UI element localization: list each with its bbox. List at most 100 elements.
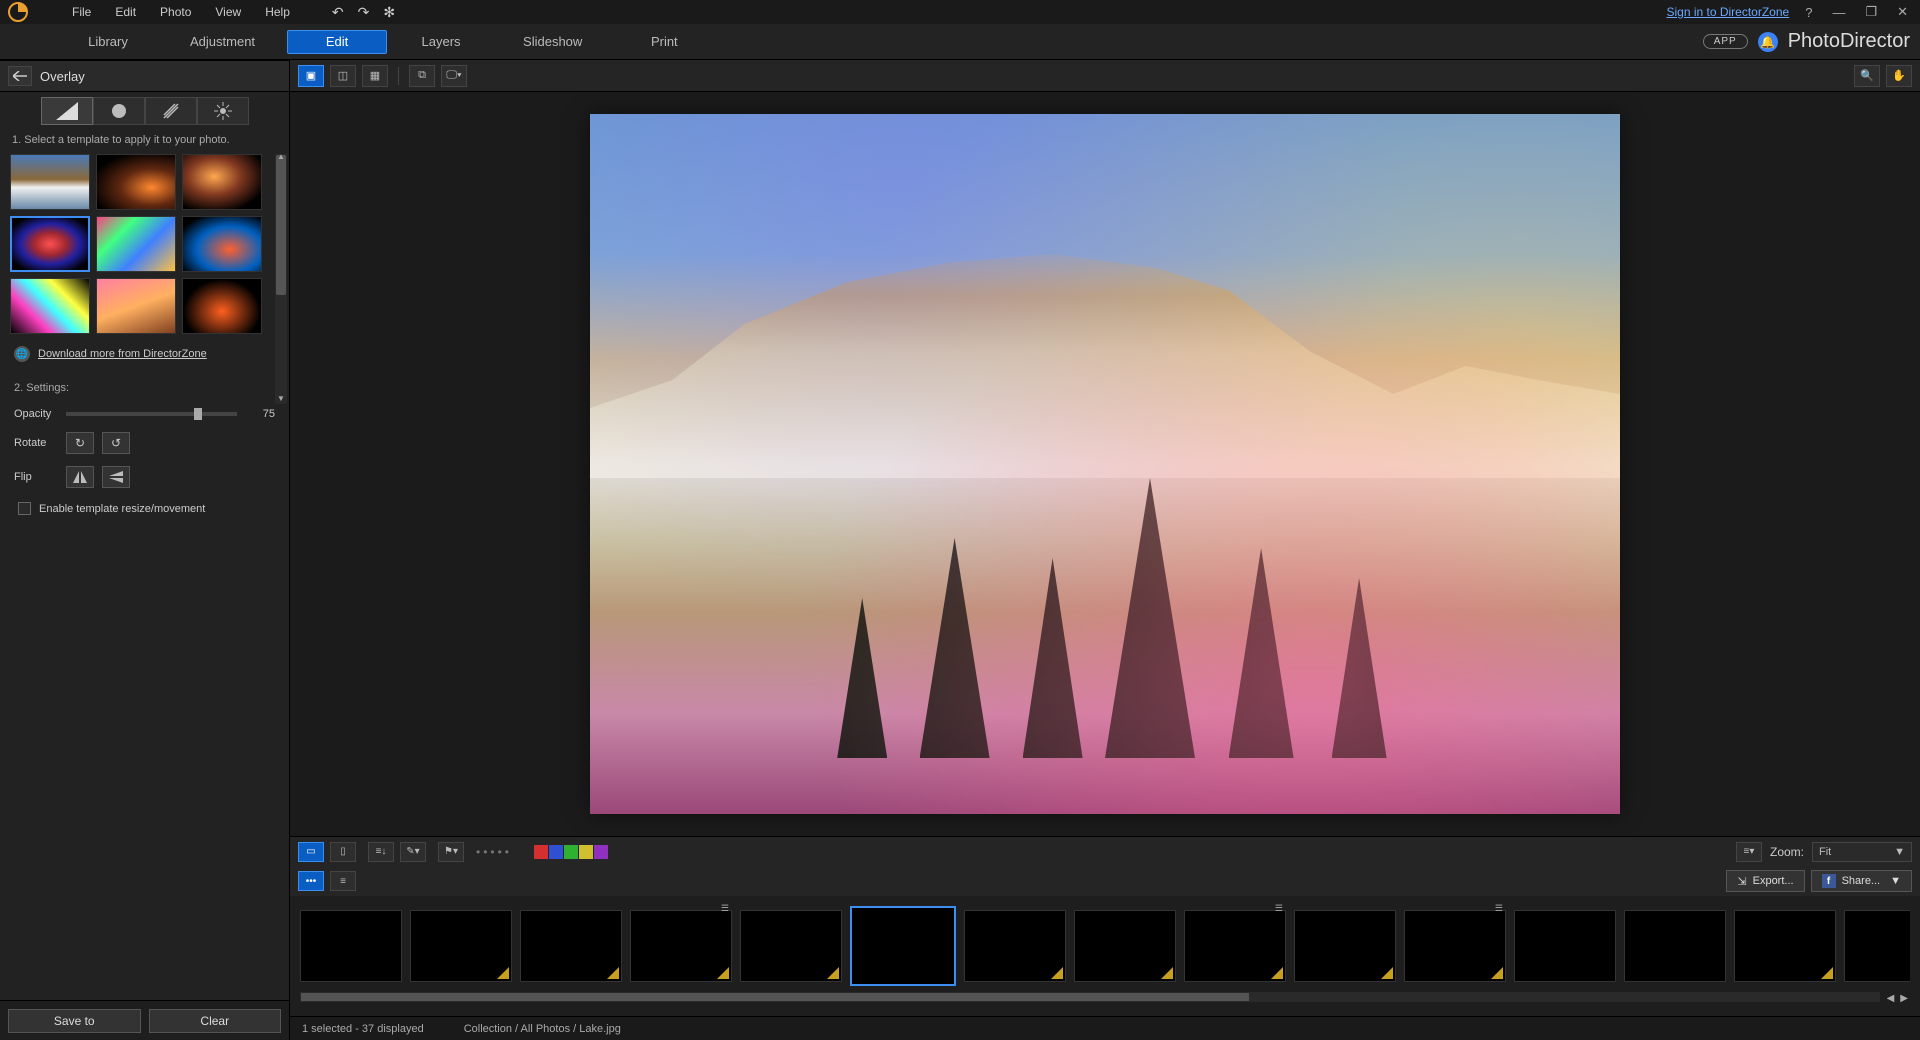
flip-horizontal-button[interactable] (66, 466, 94, 488)
filmstrip-thumb[interactable]: ☰ (630, 910, 732, 982)
view-grid-button[interactable]: ▦ (362, 65, 388, 87)
filmstrip-next-icon[interactable]: ▶ (1898, 993, 1910, 1004)
undo-icon[interactable]: ↶ (332, 4, 344, 21)
save-to-button[interactable]: Save to (8, 1009, 141, 1033)
app-store-badge[interactable]: APP (1703, 34, 1748, 49)
tag-button[interactable]: ✎▾ (400, 842, 426, 862)
scrollbar-thumb[interactable] (276, 155, 286, 295)
share-button[interactable]: fShare...▼ (1811, 870, 1912, 892)
rotate-ccw-button[interactable]: ↺ (102, 432, 130, 454)
color-swatch[interactable] (564, 845, 578, 859)
flag-button[interactable]: ⚑▾ (438, 842, 464, 862)
edit-badge-icon (497, 967, 509, 979)
color-swatch[interactable] (534, 845, 548, 859)
main-area: ▣ ◫ ▦ ⧉ 🖵▾ 🔍 ✋ (290, 60, 1920, 1040)
overlay-template[interactable] (182, 154, 262, 210)
filmstrip-thumb[interactable] (740, 910, 842, 982)
overlay-tab-scratch[interactable] (145, 97, 197, 125)
download-more-link[interactable]: Download more from DirectorZone (38, 348, 207, 360)
help-icon[interactable]: ? (1801, 5, 1816, 20)
canvas-area (290, 92, 1920, 836)
overlay-tab-light-leak[interactable] (41, 97, 93, 125)
menu-edit[interactable]: Edit (103, 0, 148, 24)
filmstrip-thumb[interactable]: ☰ (1184, 910, 1286, 982)
overlay-scrollbar[interactable]: ▲ ▼ (275, 154, 287, 404)
filmstrip-thumb[interactable] (520, 910, 622, 982)
view-compare-button[interactable]: ◫ (330, 65, 356, 87)
filmstrip-thumb[interactable]: ☰ (1404, 910, 1506, 982)
overlay-template[interactable] (96, 154, 176, 210)
filmstrip-thumb[interactable] (1624, 910, 1726, 982)
status-bar: 1 selected - 37 displayed Collection / A… (290, 1016, 1920, 1040)
view-mode-2-button[interactable]: ▯ (330, 842, 356, 862)
edit-badge-icon (1051, 967, 1063, 979)
overlay-template[interactable] (182, 216, 262, 272)
color-label-swatches (534, 845, 608, 859)
export-button[interactable]: ⇲Export... (1726, 870, 1804, 892)
zoom-tool-button[interactable]: 🔍 (1854, 65, 1880, 87)
filmstrip-thumb[interactable] (850, 906, 956, 986)
rating-dots[interactable]: ••••• (476, 845, 512, 859)
menu-help[interactable]: Help (253, 0, 302, 24)
enable-resize-checkbox[interactable] (18, 502, 31, 515)
rotate-cw-button[interactable]: ↻ (66, 432, 94, 454)
thumbnail-size-button[interactable]: ••• (298, 871, 324, 891)
view-single-button[interactable]: ▣ (298, 65, 324, 87)
module-slideshow[interactable]: Slideshow (495, 30, 610, 54)
module-edit[interactable]: Edit (287, 30, 387, 54)
minimize-icon[interactable]: — (1828, 5, 1849, 20)
zoom-select[interactable]: Fit▼ (1812, 842, 1912, 862)
opacity-slider[interactable] (66, 412, 237, 416)
scrollbar-thumb[interactable] (301, 993, 1249, 1001)
back-button[interactable] (8, 66, 32, 86)
redo-icon[interactable]: ↷ (358, 4, 370, 21)
overlay-template[interactable] (10, 278, 90, 334)
pan-tool-button[interactable]: ✋ (1886, 65, 1912, 87)
color-swatch[interactable] (549, 845, 563, 859)
filter-button[interactable]: ≡▾ (1736, 842, 1762, 862)
module-library[interactable]: Library (58, 30, 158, 54)
filmstrip-thumb[interactable] (410, 910, 512, 982)
overlay-tab-lens-flare[interactable] (197, 97, 249, 125)
list-view-button[interactable]: ≡ (330, 871, 356, 891)
module-layers[interactable]: Layers (391, 30, 491, 54)
settings-icon[interactable]: ✻ (383, 4, 395, 21)
flip-vertical-button[interactable] (102, 466, 130, 488)
overlay-tab-grunge[interactable] (93, 97, 145, 125)
close-icon[interactable]: ✕ (1893, 4, 1912, 20)
overlay-template-selected[interactable] (10, 216, 90, 272)
notification-icon[interactable]: 🔔 (1758, 32, 1778, 52)
filmstrip-thumb[interactable] (1294, 910, 1396, 982)
menu-photo[interactable]: Photo (148, 0, 203, 24)
filmstrip-thumb[interactable] (1514, 910, 1616, 982)
color-swatch[interactable] (594, 845, 608, 859)
filmstrip-scrollbar[interactable] (300, 992, 1880, 1002)
filmstrip-thumb[interactable] (964, 910, 1066, 982)
photo-canvas[interactable] (590, 114, 1620, 814)
display-options-button[interactable]: 🖵▾ (441, 65, 467, 87)
clear-button[interactable]: Clear (149, 1009, 282, 1033)
view-mode-1-button[interactable]: ▭ (298, 842, 324, 862)
filmstrip-thumb[interactable] (1074, 910, 1176, 982)
module-print[interactable]: Print (614, 30, 714, 54)
overlay-template[interactable] (182, 278, 262, 334)
sort-button[interactable]: ≡↓ (368, 842, 394, 862)
module-adjustment[interactable]: Adjustment (162, 30, 283, 54)
filmstrip-thumb[interactable] (300, 910, 402, 982)
scroll-down-icon[interactable]: ▼ (275, 394, 287, 406)
filmstrip-prev-icon[interactable]: ◀ (1885, 993, 1897, 1004)
edit-badge-icon (607, 967, 619, 979)
signin-link[interactable]: Sign in to DirectorZone (1666, 5, 1789, 19)
slider-knob[interactable] (194, 408, 202, 420)
filmstrip-thumb[interactable] (1844, 910, 1910, 982)
color-swatch[interactable] (579, 845, 593, 859)
overlay-template[interactable] (10, 154, 90, 210)
menu-file[interactable]: File (60, 0, 103, 24)
scroll-up-icon[interactable]: ▲ (275, 152, 287, 164)
overlay-template[interactable] (96, 216, 176, 272)
menu-view[interactable]: View (203, 0, 253, 24)
overlay-template[interactable] (96, 278, 176, 334)
maximize-icon[interactable]: ❐ (1861, 4, 1881, 20)
filmstrip-thumb[interactable] (1734, 910, 1836, 982)
secondary-display-button[interactable]: ⧉ (409, 65, 435, 87)
